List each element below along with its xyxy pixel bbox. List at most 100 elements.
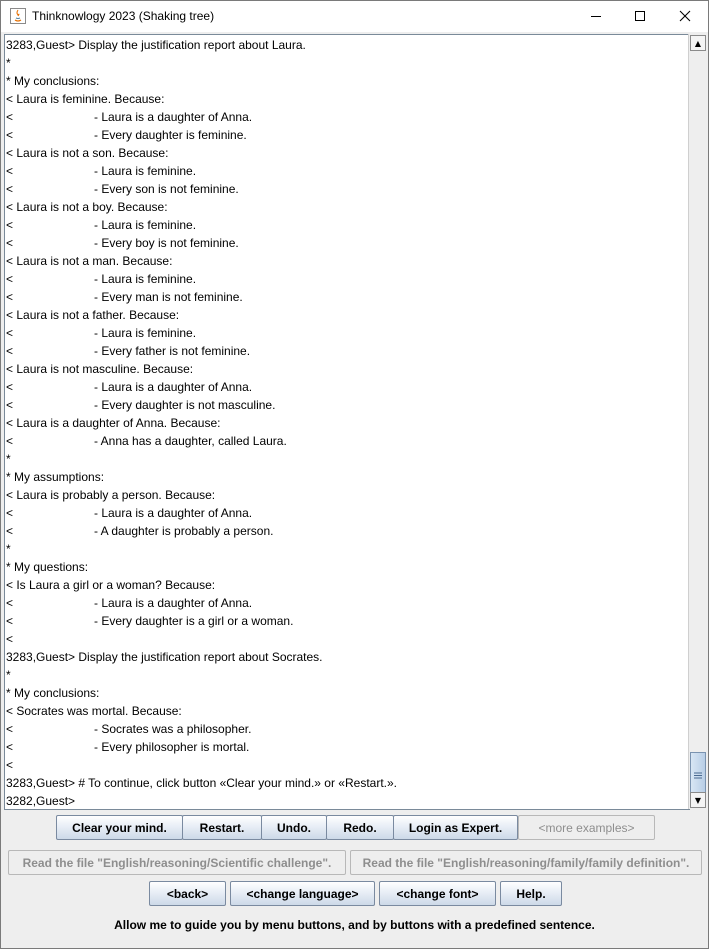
output-line-reason: - Every philosopher is mortal. (94, 740, 250, 754)
output-line-text: < (6, 722, 14, 736)
back-button[interactable]: <back> (149, 881, 226, 906)
output-line: < Laura is feminine. Because: (6, 90, 397, 108)
output-line: < Laura is probably a person. Because: (6, 486, 397, 504)
help-button[interactable]: Help. (500, 881, 562, 906)
output-line-text: < (6, 344, 14, 358)
output-line: * My questions: (6, 558, 397, 576)
output-line-text: * (6, 452, 11, 466)
output-line: * My assumptions: (6, 468, 397, 486)
output-line-text: < Laura is feminine. Because: (6, 92, 165, 106)
output-line: * (6, 540, 397, 558)
scroll-up-button[interactable]: ▲ (690, 35, 706, 51)
output-line-reason: - Laura is a daughter of Anna. (94, 380, 253, 394)
output-line-reason: - Every son is not feminine. (94, 182, 239, 196)
output-lines: 3283,Guest> Display the justification re… (6, 36, 397, 809)
output-line-reason: - Every daughter is feminine. (94, 128, 247, 142)
output-line-text: < (6, 182, 14, 196)
output-line: < - Socrates was a philosopher. (6, 720, 397, 738)
close-button[interactable] (662, 1, 708, 32)
output-line-text: < (6, 632, 14, 646)
output-line-text: * (6, 542, 11, 556)
maximize-icon (634, 7, 646, 26)
output-line: < - Every daughter is not masculine. (6, 396, 397, 414)
output-line-reason: - Every daughter is not masculine. (94, 398, 276, 412)
output-line: 3283,Guest> # To continue, click button … (6, 774, 397, 792)
output-line-reason: - Every man is not feminine. (94, 290, 243, 304)
output-line: * My conclusions: (6, 72, 397, 90)
output-line-reason: - Laura is feminine. (94, 218, 197, 232)
output-line-text: < (6, 272, 14, 286)
output-line: < - Laura is feminine. (6, 162, 397, 180)
scroll-down-button[interactable]: ▼ (690, 792, 706, 808)
output-line: 3282,Guest> (6, 792, 397, 809)
java-app-icon (10, 8, 26, 24)
output-line: 3283,Guest> Display the justification re… (6, 36, 397, 54)
read-scientific-challenge-button[interactable]: Read the file "English/reasoning/Scienti… (8, 850, 346, 875)
output-line: < (6, 630, 397, 648)
output-line-reason: - Laura is feminine. (94, 164, 197, 178)
output-line: < - Every father is not feminine. (6, 342, 397, 360)
output-line-text: < (6, 740, 14, 754)
arrow-down-icon: ▼ (694, 795, 702, 805)
output-line: < (6, 756, 397, 774)
output-text-area[interactable]: 3283,Guest> Display the justification re… (4, 34, 690, 810)
close-icon (679, 7, 691, 26)
output-line: < - Laura is feminine. (6, 270, 397, 288)
output-line: < - Laura is feminine. (6, 324, 397, 342)
redo-button[interactable]: Redo. (326, 815, 394, 840)
output-line-text: < (6, 614, 14, 628)
output-line-text: < Laura is a daughter of Anna. Because: (6, 416, 221, 430)
read-family-definition-button[interactable]: Read the file "English/reasoning/family/… (350, 850, 702, 875)
title-bar[interactable]: Thinknowlogy 2023 (Shaking tree) (1, 1, 708, 32)
login-as-expert-button[interactable]: Login as Expert. (393, 815, 518, 840)
more-examples-button[interactable]: <more examples> (518, 815, 655, 840)
output-line: < Laura is a daughter of Anna. Because: (6, 414, 397, 432)
output-line-reason: - Socrates was a philosopher. (94, 722, 252, 736)
output-line: < Laura is not a son. Because: (6, 144, 397, 162)
change-language-button[interactable]: <change language> (230, 881, 375, 906)
output-line-reason: - Anna has a daughter, called Laura. (94, 434, 287, 448)
output-line: < Laura is not a boy. Because: (6, 198, 397, 216)
output-line-text: < Laura is probably a person. Because: (6, 488, 216, 502)
clear-your-mind-button[interactable]: Clear your mind. (56, 815, 183, 840)
output-line-text: * (6, 56, 11, 70)
output-line: * My conclusions: (6, 684, 397, 702)
vertical-scrollbar[interactable]: ▲ ▼ (688, 34, 706, 809)
output-line-text: < (6, 164, 14, 178)
output-line: < - A daughter is probably a person. (6, 522, 397, 540)
output-line: < Is Laura a girl or a woman? Because: (6, 576, 397, 594)
scroll-thumb[interactable] (690, 752, 706, 794)
arrow-up-icon: ▲ (694, 38, 702, 48)
output-line: < - Laura is a daughter of Anna. (6, 594, 397, 612)
undo-button[interactable]: Undo. (261, 815, 327, 840)
output-line: < - Laura is a daughter of Anna. (6, 108, 397, 126)
output-line-text: < (6, 326, 14, 340)
output-line-text: 3282,Guest> (6, 794, 76, 808)
output-line-text: < Laura is not a father. Because: (6, 308, 180, 322)
output-line-text: * My assumptions: (6, 470, 105, 484)
output-line-text: < Laura is not a son. Because: (6, 146, 169, 160)
output-line-reason: - Laura is a daughter of Anna. (94, 506, 253, 520)
output-line-text: < Laura is not masculine. Because: (6, 362, 194, 376)
change-font-button[interactable]: <change font> (379, 881, 496, 906)
output-line-text: < (6, 524, 14, 538)
restart-button[interactable]: Restart. (182, 815, 262, 840)
output-line: < - Laura is feminine. (6, 216, 397, 234)
output-line: < Laura is not masculine. Because: (6, 360, 397, 378)
output-line: < - Every philosopher is mortal. (6, 738, 397, 756)
output-line-text: < (6, 290, 14, 304)
grip-icon (694, 764, 702, 783)
output-line-text: * My conclusions: (6, 686, 100, 700)
output-line-reason: - Every boy is not feminine. (94, 236, 239, 250)
output-line-text: < Socrates was mortal. Because: (6, 704, 182, 718)
output-line-reason: - Laura is feminine. (94, 272, 197, 286)
output-line-text: < (6, 596, 14, 610)
output-line-text: < Laura is not a man. Because: (6, 254, 173, 268)
output-line: * (6, 450, 397, 468)
output-line-reason: - Laura is a daughter of Anna. (94, 110, 253, 124)
minimize-button[interactable] (573, 1, 619, 32)
output-line-text: < (6, 110, 14, 124)
output-line: < Socrates was mortal. Because: (6, 702, 397, 720)
output-line-reason: - Every father is not feminine. (94, 344, 251, 358)
maximize-button[interactable] (617, 1, 663, 32)
